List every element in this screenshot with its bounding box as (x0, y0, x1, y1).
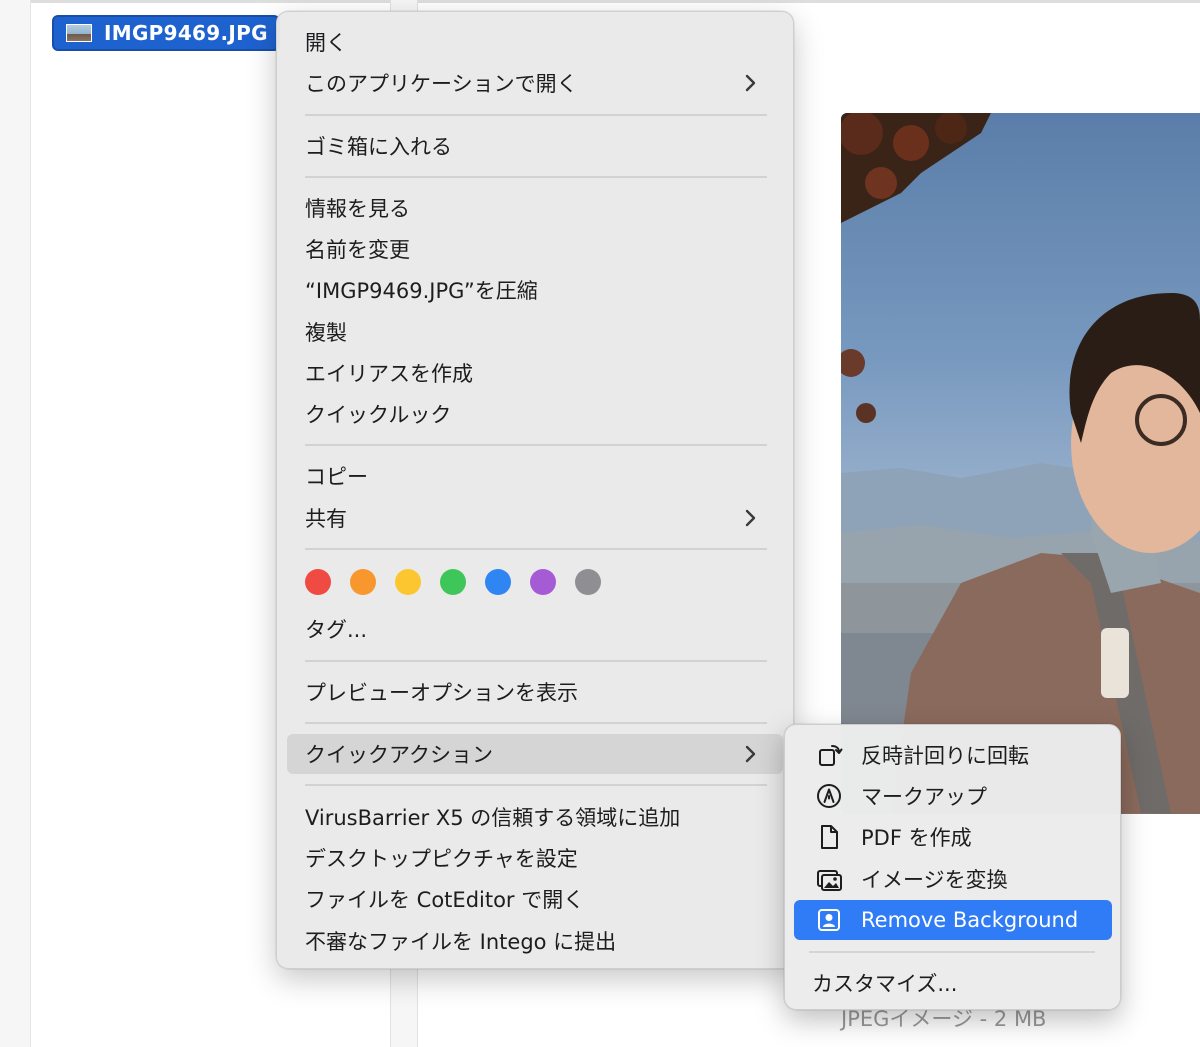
document-icon (821, 825, 838, 849)
menu-item-show-preview-options[interactable]: プレビューオプションを表示 (287, 672, 783, 712)
person-frame-icon (818, 909, 840, 931)
menu-item-label: このアプリケーションで開く (305, 72, 578, 96)
quick-actions-submenu: 反時計回りに回転 マークアップ PDF を作成 イメージを変換 Remove B… (784, 724, 1121, 1010)
tag-red-dot[interactable] (305, 569, 331, 595)
submenu-item-convert-image[interactable]: イメージを変換 (794, 859, 1112, 899)
window-top-border (0, 0, 1200, 3)
menu-item-make-alias[interactable]: エイリアスを作成 (287, 353, 783, 393)
submenu-item-customize[interactable]: カスタマイズ... (794, 963, 1112, 1003)
chevron-right-icon (745, 745, 756, 763)
tag-yellow-dot[interactable] (395, 569, 421, 595)
menu-item-label: 名前を変更 (305, 238, 410, 262)
submenu-item-label: Remove Background (861, 908, 1079, 932)
submenu-item-create-pdf[interactable]: PDF を作成 (794, 817, 1112, 857)
menu-item-open-with[interactable]: このアプリケーションで開く (287, 63, 783, 103)
menu-separator (305, 660, 767, 662)
menu-item-copy[interactable]: コピー (287, 456, 783, 496)
submenu-item-label: 反時計回りに回転 (861, 744, 1029, 768)
menu-item-compress[interactable]: “IMGP9469.JPG”を圧縮 (287, 270, 783, 310)
image-file-icon (66, 24, 92, 42)
menu-item-label: プレビューオプションを表示 (305, 681, 578, 705)
menu-separator (305, 784, 767, 786)
tag-purple-dot[interactable] (530, 569, 556, 595)
menu-item-label: 開く (305, 31, 347, 55)
menu-item-label: ファイルを CotEditor で開く (305, 888, 585, 912)
selected-file-item[interactable]: IMGP9469.JPG (52, 15, 280, 51)
markup-pen-icon (817, 784, 841, 808)
menu-item-label: VirusBarrier X5 の信頼する領域に追加 (305, 806, 681, 830)
tag-orange-dot[interactable] (350, 569, 376, 595)
menu-item-share[interactable]: 共有 (287, 498, 783, 538)
submenu-item-rotate-left[interactable]: 反時計回りに回転 (794, 735, 1112, 775)
menu-item-submit-to-intego[interactable]: 不審なファイルを Intego に提出 (287, 921, 783, 961)
submenu-item-label: PDF を作成 (861, 826, 972, 850)
menu-item-duplicate[interactable]: 複製 (287, 312, 783, 352)
menu-separator (305, 722, 767, 724)
context-menu: 開く このアプリケーションで開く ゴミ箱に入れる 情報を見る 名前を変更 “IM… (276, 11, 794, 969)
menu-item-rename[interactable]: 名前を変更 (287, 229, 783, 269)
menu-item-quick-look[interactable]: クイックルック (287, 394, 783, 434)
menu-item-move-to-trash[interactable]: ゴミ箱に入れる (287, 126, 783, 166)
menu-item-label: コピー (305, 465, 368, 489)
menu-item-label: “IMGP9469.JPG”を圧縮 (305, 279, 538, 303)
menu-separator (305, 548, 767, 550)
menu-item-label: デスクトップピクチャを設定 (305, 847, 578, 871)
menu-item-label: ゴミ箱に入れる (305, 135, 452, 159)
file-name-label: IMGP9469.JPG (104, 21, 268, 45)
submenu-separator (809, 951, 1095, 953)
tag-blue-dot[interactable] (485, 569, 511, 595)
menu-item-virusbarrier[interactable]: VirusBarrier X5 の信頼する領域に追加 (287, 797, 783, 837)
chevron-right-icon (745, 74, 756, 92)
submenu-item-label: マークアップ (861, 785, 987, 809)
finder-column-left (0, 0, 31, 1047)
menu-item-set-desktop-picture[interactable]: デスクトップピクチャを設定 (287, 838, 783, 878)
chevron-right-icon (745, 509, 756, 527)
submenu-item-label: イメージを変換 (861, 868, 1008, 892)
menu-item-label: タグ... (305, 618, 368, 642)
menu-item-label: エイリアスを作成 (305, 362, 473, 386)
submenu-item-label: カスタマイズ... (812, 972, 958, 996)
photos-icon (817, 870, 842, 891)
menu-item-label: 不審なファイルを Intego に提出 (305, 930, 617, 954)
menu-item-label: クイックアクション (305, 743, 493, 767)
tag-color-row (305, 567, 620, 597)
menu-item-label: 共有 (305, 507, 347, 531)
tag-green-dot[interactable] (440, 569, 466, 595)
menu-item-label: 複製 (305, 321, 347, 345)
menu-item-label: クイックルック (305, 403, 452, 427)
menu-separator (305, 114, 767, 116)
menu-item-open-in-coteditor[interactable]: ファイルを CotEditor で開く (287, 879, 783, 919)
menu-item-open[interactable]: 開く (287, 22, 783, 62)
menu-item-label: 情報を見る (305, 197, 410, 221)
menu-separator (305, 176, 767, 178)
submenu-item-markup[interactable]: マークアップ (794, 776, 1112, 816)
menu-separator (305, 444, 767, 446)
menu-item-tags[interactable]: タグ... (287, 609, 783, 649)
menu-item-get-info[interactable]: 情報を見る (287, 188, 783, 228)
submenu-item-remove-background[interactable]: Remove Background (794, 900, 1112, 940)
rotate-left-icon (819, 745, 843, 766)
image-preview (841, 113, 1200, 814)
menu-item-quick-actions[interactable]: クイックアクション (287, 734, 783, 774)
tag-gray-dot[interactable] (575, 569, 601, 595)
